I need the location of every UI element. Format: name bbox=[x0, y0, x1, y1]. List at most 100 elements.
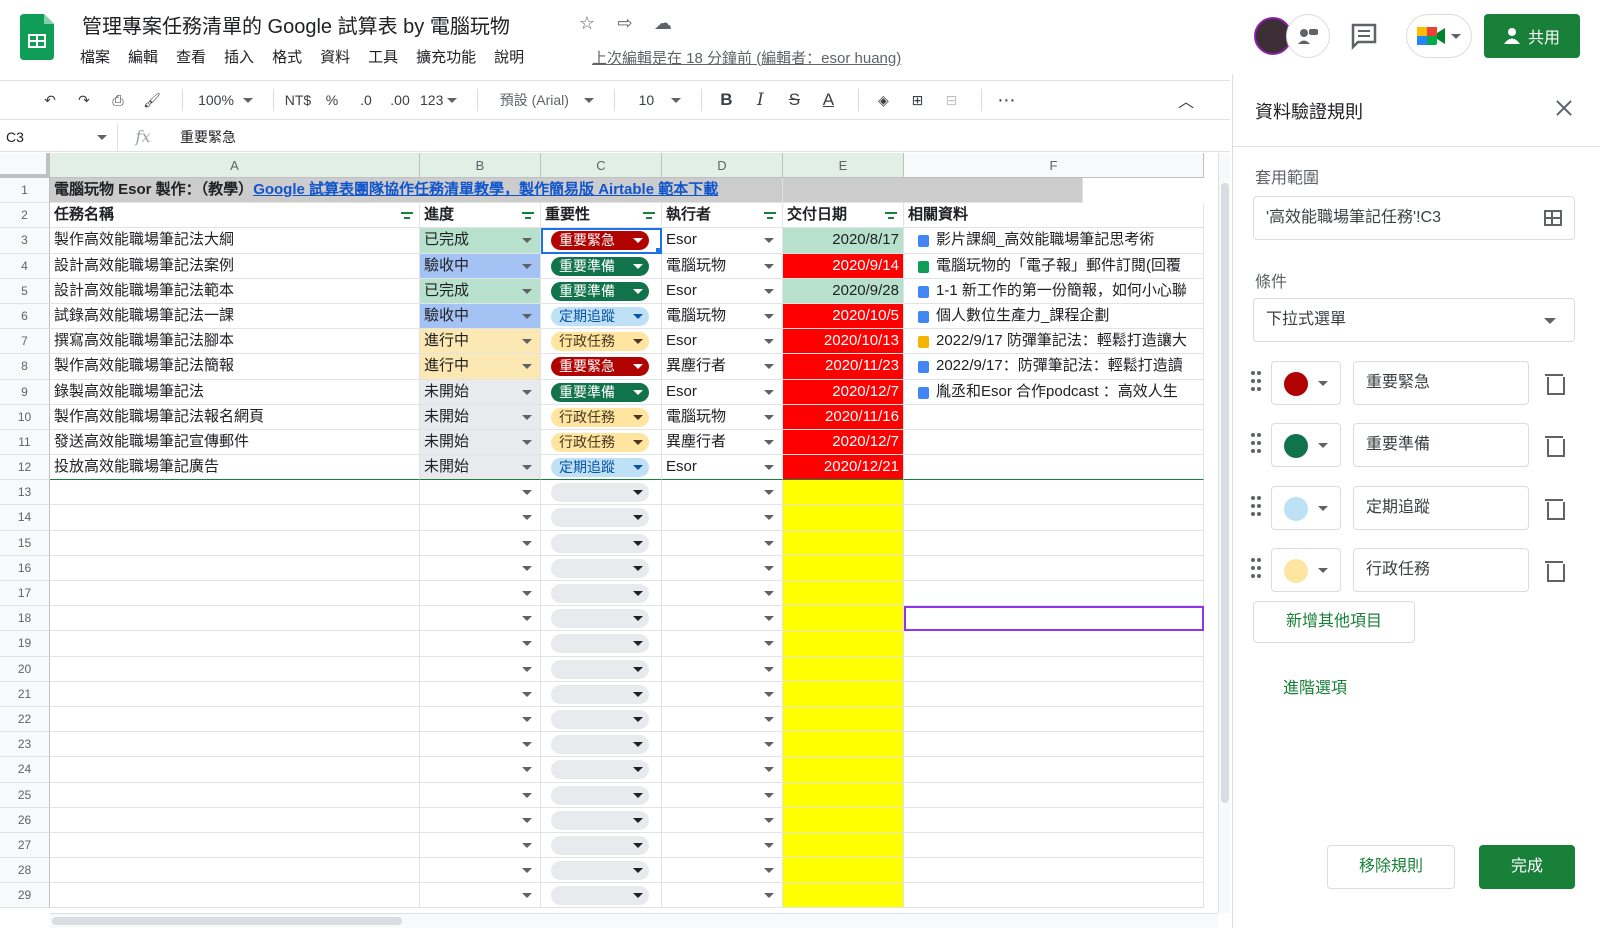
priority-cell[interactable] bbox=[541, 732, 662, 758]
chevron-down-icon[interactable] bbox=[764, 439, 774, 445]
priority-chip[interactable] bbox=[551, 785, 649, 805]
chevron-down-icon[interactable] bbox=[764, 490, 774, 496]
header-cell[interactable]: 進度 bbox=[420, 203, 541, 229]
progress-cell[interactable] bbox=[420, 555, 541, 581]
menu-item[interactable]: 編輯 bbox=[128, 46, 168, 67]
reference-cell[interactable] bbox=[904, 782, 1204, 808]
chevron-down-icon[interactable] bbox=[522, 288, 532, 294]
chevron-down-icon[interactable] bbox=[764, 238, 774, 244]
cell[interactable] bbox=[50, 807, 420, 833]
priority-chip[interactable] bbox=[551, 483, 649, 503]
font-family-select[interactable]: 預設 (Arial) bbox=[488, 86, 598, 114]
decrease-decimal-button[interactable]: .0 bbox=[352, 86, 380, 114]
cell[interactable] bbox=[50, 832, 420, 859]
reference-cell[interactable] bbox=[904, 429, 1204, 456]
column-header[interactable]: E bbox=[783, 153, 904, 178]
name-box[interactable]: C3 bbox=[0, 122, 118, 151]
cell[interactable] bbox=[50, 631, 420, 657]
formula-input[interactable]: 重要緊急 bbox=[168, 127, 236, 147]
color-picker[interactable] bbox=[1271, 423, 1341, 467]
priority-chip[interactable] bbox=[551, 684, 649, 704]
priority-cell[interactable] bbox=[541, 505, 662, 531]
progress-cell[interactable]: 未開始 bbox=[420, 429, 541, 456]
owner-cell[interactable] bbox=[662, 858, 783, 884]
owner-cell[interactable] bbox=[662, 530, 783, 556]
priority-cell[interactable] bbox=[541, 530, 662, 556]
owner-cell[interactable]: Esor bbox=[662, 455, 783, 481]
chevron-down-icon[interactable] bbox=[522, 490, 532, 496]
priority-cell[interactable] bbox=[541, 631, 662, 657]
owner-cell[interactable] bbox=[662, 681, 783, 707]
progress-cell[interactable]: 進行中 bbox=[420, 329, 541, 355]
delete-icon[interactable] bbox=[1545, 372, 1565, 395]
increase-decimal-button[interactable]: .00 bbox=[386, 86, 414, 114]
document-title[interactable]: 管理專案任務清單的 Google 試算表 by 電腦玩物 bbox=[82, 10, 510, 39]
chevron-down-icon[interactable] bbox=[764, 742, 774, 748]
done-button[interactable]: 完成 bbox=[1479, 845, 1575, 889]
chevron-down-icon[interactable] bbox=[764, 691, 774, 697]
progress-cell[interactable] bbox=[420, 706, 541, 733]
chevron-down-icon[interactable] bbox=[764, 313, 774, 319]
header-cell[interactable]: 執行者 bbox=[662, 203, 783, 229]
horizontal-scrollbar[interactable] bbox=[50, 913, 1218, 928]
row-header[interactable]: 12 bbox=[0, 455, 50, 481]
collapse-toolbar-icon[interactable]: ︿ bbox=[1172, 86, 1200, 114]
owner-cell[interactable] bbox=[662, 782, 783, 808]
priority-chip[interactable] bbox=[551, 886, 649, 906]
row-header[interactable]: 29 bbox=[0, 883, 50, 909]
option-input[interactable]: 定期追蹤 bbox=[1353, 486, 1529, 530]
owner-cell[interactable] bbox=[662, 706, 783, 733]
currency-format-button[interactable]: NT$ bbox=[284, 86, 312, 114]
priority-cell[interactable]: 行政任務 bbox=[541, 429, 662, 456]
chevron-down-icon[interactable] bbox=[764, 591, 774, 596]
priority-cell[interactable]: 定期追蹤 bbox=[541, 455, 662, 481]
owner-cell[interactable] bbox=[662, 732, 783, 758]
chevron-down-icon[interactable] bbox=[522, 641, 532, 647]
progress-cell[interactable] bbox=[420, 858, 541, 884]
row-header[interactable]: 11 bbox=[0, 429, 50, 456]
task-name-cell[interactable]: 製作高效能職場筆記法大綱 bbox=[50, 228, 420, 254]
progress-cell[interactable] bbox=[420, 832, 541, 859]
row-header[interactable]: 4 bbox=[0, 253, 50, 279]
priority-chip[interactable]: 重要緊急 bbox=[551, 357, 649, 377]
chevron-down-icon[interactable] bbox=[522, 565, 532, 571]
chevron-down-icon[interactable] bbox=[522, 540, 532, 546]
chevron-down-icon[interactable] bbox=[764, 641, 774, 647]
due-date-cell[interactable]: 2020/10/5 bbox=[783, 303, 904, 330]
condition-select[interactable]: 下拉式選單 bbox=[1253, 298, 1575, 342]
chevron-down-icon[interactable] bbox=[522, 439, 532, 445]
priority-cell[interactable] bbox=[541, 832, 662, 859]
owner-cell[interactable]: Esor bbox=[662, 228, 783, 254]
reference-cell[interactable] bbox=[904, 555, 1204, 581]
row-header[interactable]: 13 bbox=[0, 480, 50, 506]
priority-cell[interactable] bbox=[541, 480, 662, 506]
chevron-down-icon[interactable] bbox=[522, 842, 532, 848]
row-header[interactable]: 17 bbox=[0, 581, 50, 607]
reference-cell[interactable]: 2022/9/17 防彈筆記法：輕鬆打造讓大 bbox=[904, 329, 1204, 355]
owner-cell[interactable]: 異塵行者 bbox=[662, 429, 783, 456]
zoom-select[interactable]: 100% bbox=[193, 86, 257, 114]
priority-chip[interactable] bbox=[551, 659, 649, 679]
drag-handle-icon[interactable] bbox=[1251, 558, 1263, 580]
priority-chip[interactable] bbox=[551, 760, 649, 780]
row-header[interactable]: 3 bbox=[0, 228, 50, 254]
menu-item[interactable]: 擴充功能 bbox=[416, 46, 486, 67]
priority-cell[interactable] bbox=[541, 858, 662, 884]
priority-cell[interactable] bbox=[541, 807, 662, 833]
column-header[interactable]: B bbox=[420, 153, 541, 178]
color-picker[interactable] bbox=[1271, 486, 1341, 530]
due-date-cell[interactable] bbox=[783, 706, 904, 733]
chevron-down-icon[interactable] bbox=[522, 691, 532, 697]
due-date-cell[interactable]: 2020/12/21 bbox=[783, 455, 904, 481]
vertical-scrollbar[interactable] bbox=[1218, 153, 1230, 913]
progress-cell[interactable]: 未開始 bbox=[420, 404, 541, 430]
chevron-down-icon[interactable] bbox=[764, 767, 774, 773]
cell[interactable] bbox=[50, 858, 420, 884]
priority-cell[interactable] bbox=[541, 656, 662, 682]
cell[interactable] bbox=[50, 581, 420, 607]
chevron-down-icon[interactable] bbox=[764, 792, 774, 798]
reference-cell[interactable]: 胤丞和Esor 合作podcast ：高效人生 bbox=[904, 379, 1204, 405]
chevron-down-icon[interactable] bbox=[522, 414, 532, 420]
select-range-icon[interactable] bbox=[1544, 210, 1562, 226]
chevron-down-icon[interactable] bbox=[522, 364, 532, 370]
